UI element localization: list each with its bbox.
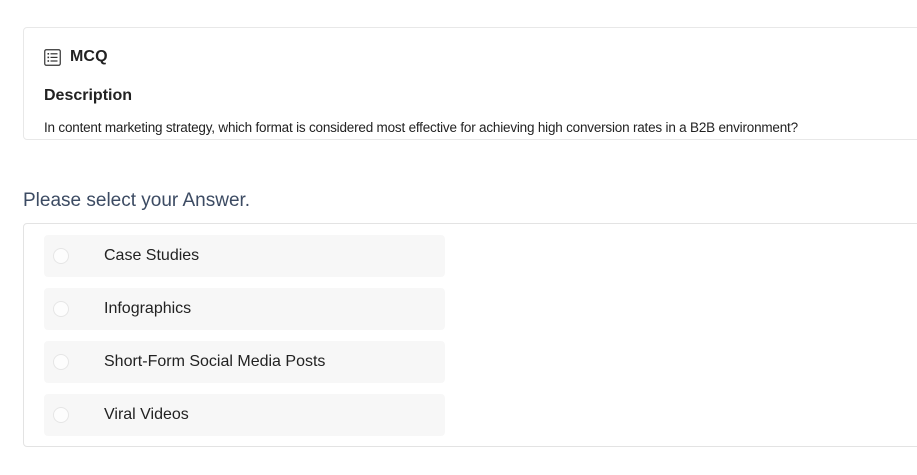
- answer-option-label: Infographics: [104, 300, 192, 317]
- radio-icon[interactable]: [53, 248, 69, 264]
- question-card: MCQ Description In content marketing str…: [23, 27, 917, 140]
- answer-option-label: Short-Form Social Media Posts: [104, 353, 326, 370]
- radio-icon[interactable]: [53, 407, 69, 423]
- answer-option-label: Viral Videos: [104, 406, 189, 423]
- radio-icon[interactable]: [53, 354, 69, 370]
- answer-option-case-studies[interactable]: Case Studies: [44, 235, 445, 277]
- question-type-header: MCQ: [44, 48, 108, 66]
- answer-options-list: Case Studies Infographics Short-Form Soc…: [23, 223, 917, 447]
- answer-option-viral-videos[interactable]: Viral Videos: [44, 394, 445, 436]
- answer-prompt: Please select your Answer.: [23, 190, 251, 211]
- answer-option-short-form-posts[interactable]: Short-Form Social Media Posts: [44, 341, 445, 383]
- answer-option-infographics[interactable]: Infographics: [44, 288, 445, 330]
- description-text: In content marketing strategy, which for…: [44, 120, 798, 135]
- answer-option-label: Case Studies: [104, 247, 200, 264]
- list-icon: [44, 48, 61, 66]
- question-type-label: MCQ: [70, 48, 108, 65]
- radio-icon[interactable]: [53, 301, 69, 317]
- description-heading: Description: [44, 87, 133, 104]
